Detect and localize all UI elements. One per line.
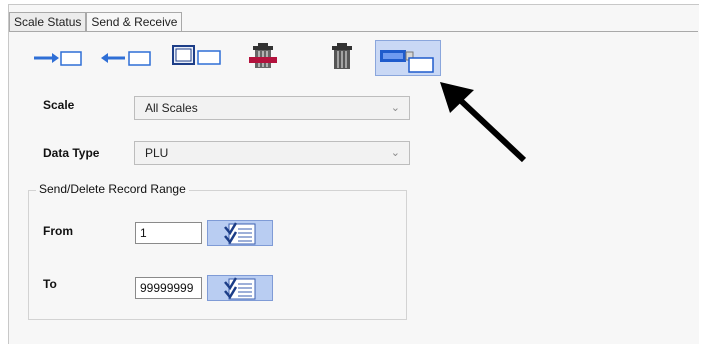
chevron-down-icon: ⌄ [390, 147, 400, 159]
send-button[interactable] [26, 40, 88, 74]
usb-transfer-button[interactable] [375, 40, 441, 76]
tab-divider [9, 31, 698, 32]
from-label: From [43, 224, 73, 238]
checklist-icon [224, 277, 256, 300]
chevron-down-icon: ⌄ [390, 102, 400, 114]
annotation-arrow-icon [440, 82, 527, 163]
scale-select[interactable]: All Scales ⌄ [134, 96, 410, 120]
data-type-select-value: PLU [145, 146, 169, 160]
data-type-select[interactable]: PLU ⌄ [134, 141, 410, 165]
tab-bar: Scale Status Send & Receive [9, 12, 183, 31]
from-list-button[interactable] [207, 220, 273, 246]
send-arrow-icon [34, 51, 82, 66]
scale-select-value: All Scales [145, 101, 198, 115]
from-input[interactable]: 1 [135, 222, 202, 244]
tab-send-receive[interactable]: Send & Receive [86, 12, 183, 31]
delete-bin-red-icon [249, 43, 277, 68]
data-type-label: Data Type [43, 146, 100, 160]
delete-bin-icon [332, 43, 352, 69]
to-input[interactable]: 99999999 [135, 277, 202, 299]
receive-button[interactable] [95, 40, 157, 74]
record-range-title: Send/Delete Record Range [36, 182, 189, 196]
delete-scale-button[interactable] [240, 40, 302, 74]
monitor-button[interactable] [170, 40, 232, 74]
usb-drive-icon [380, 50, 434, 73]
checklist-icon [224, 222, 256, 245]
tab-scale-status[interactable]: Scale Status [9, 12, 87, 31]
scale-label: Scale [43, 98, 75, 112]
monitor-display-icon [172, 45, 221, 65]
to-label: To [43, 277, 57, 291]
to-list-button[interactable] [207, 275, 273, 301]
receive-arrow-icon [101, 51, 151, 66]
delete-button[interactable] [312, 40, 374, 74]
